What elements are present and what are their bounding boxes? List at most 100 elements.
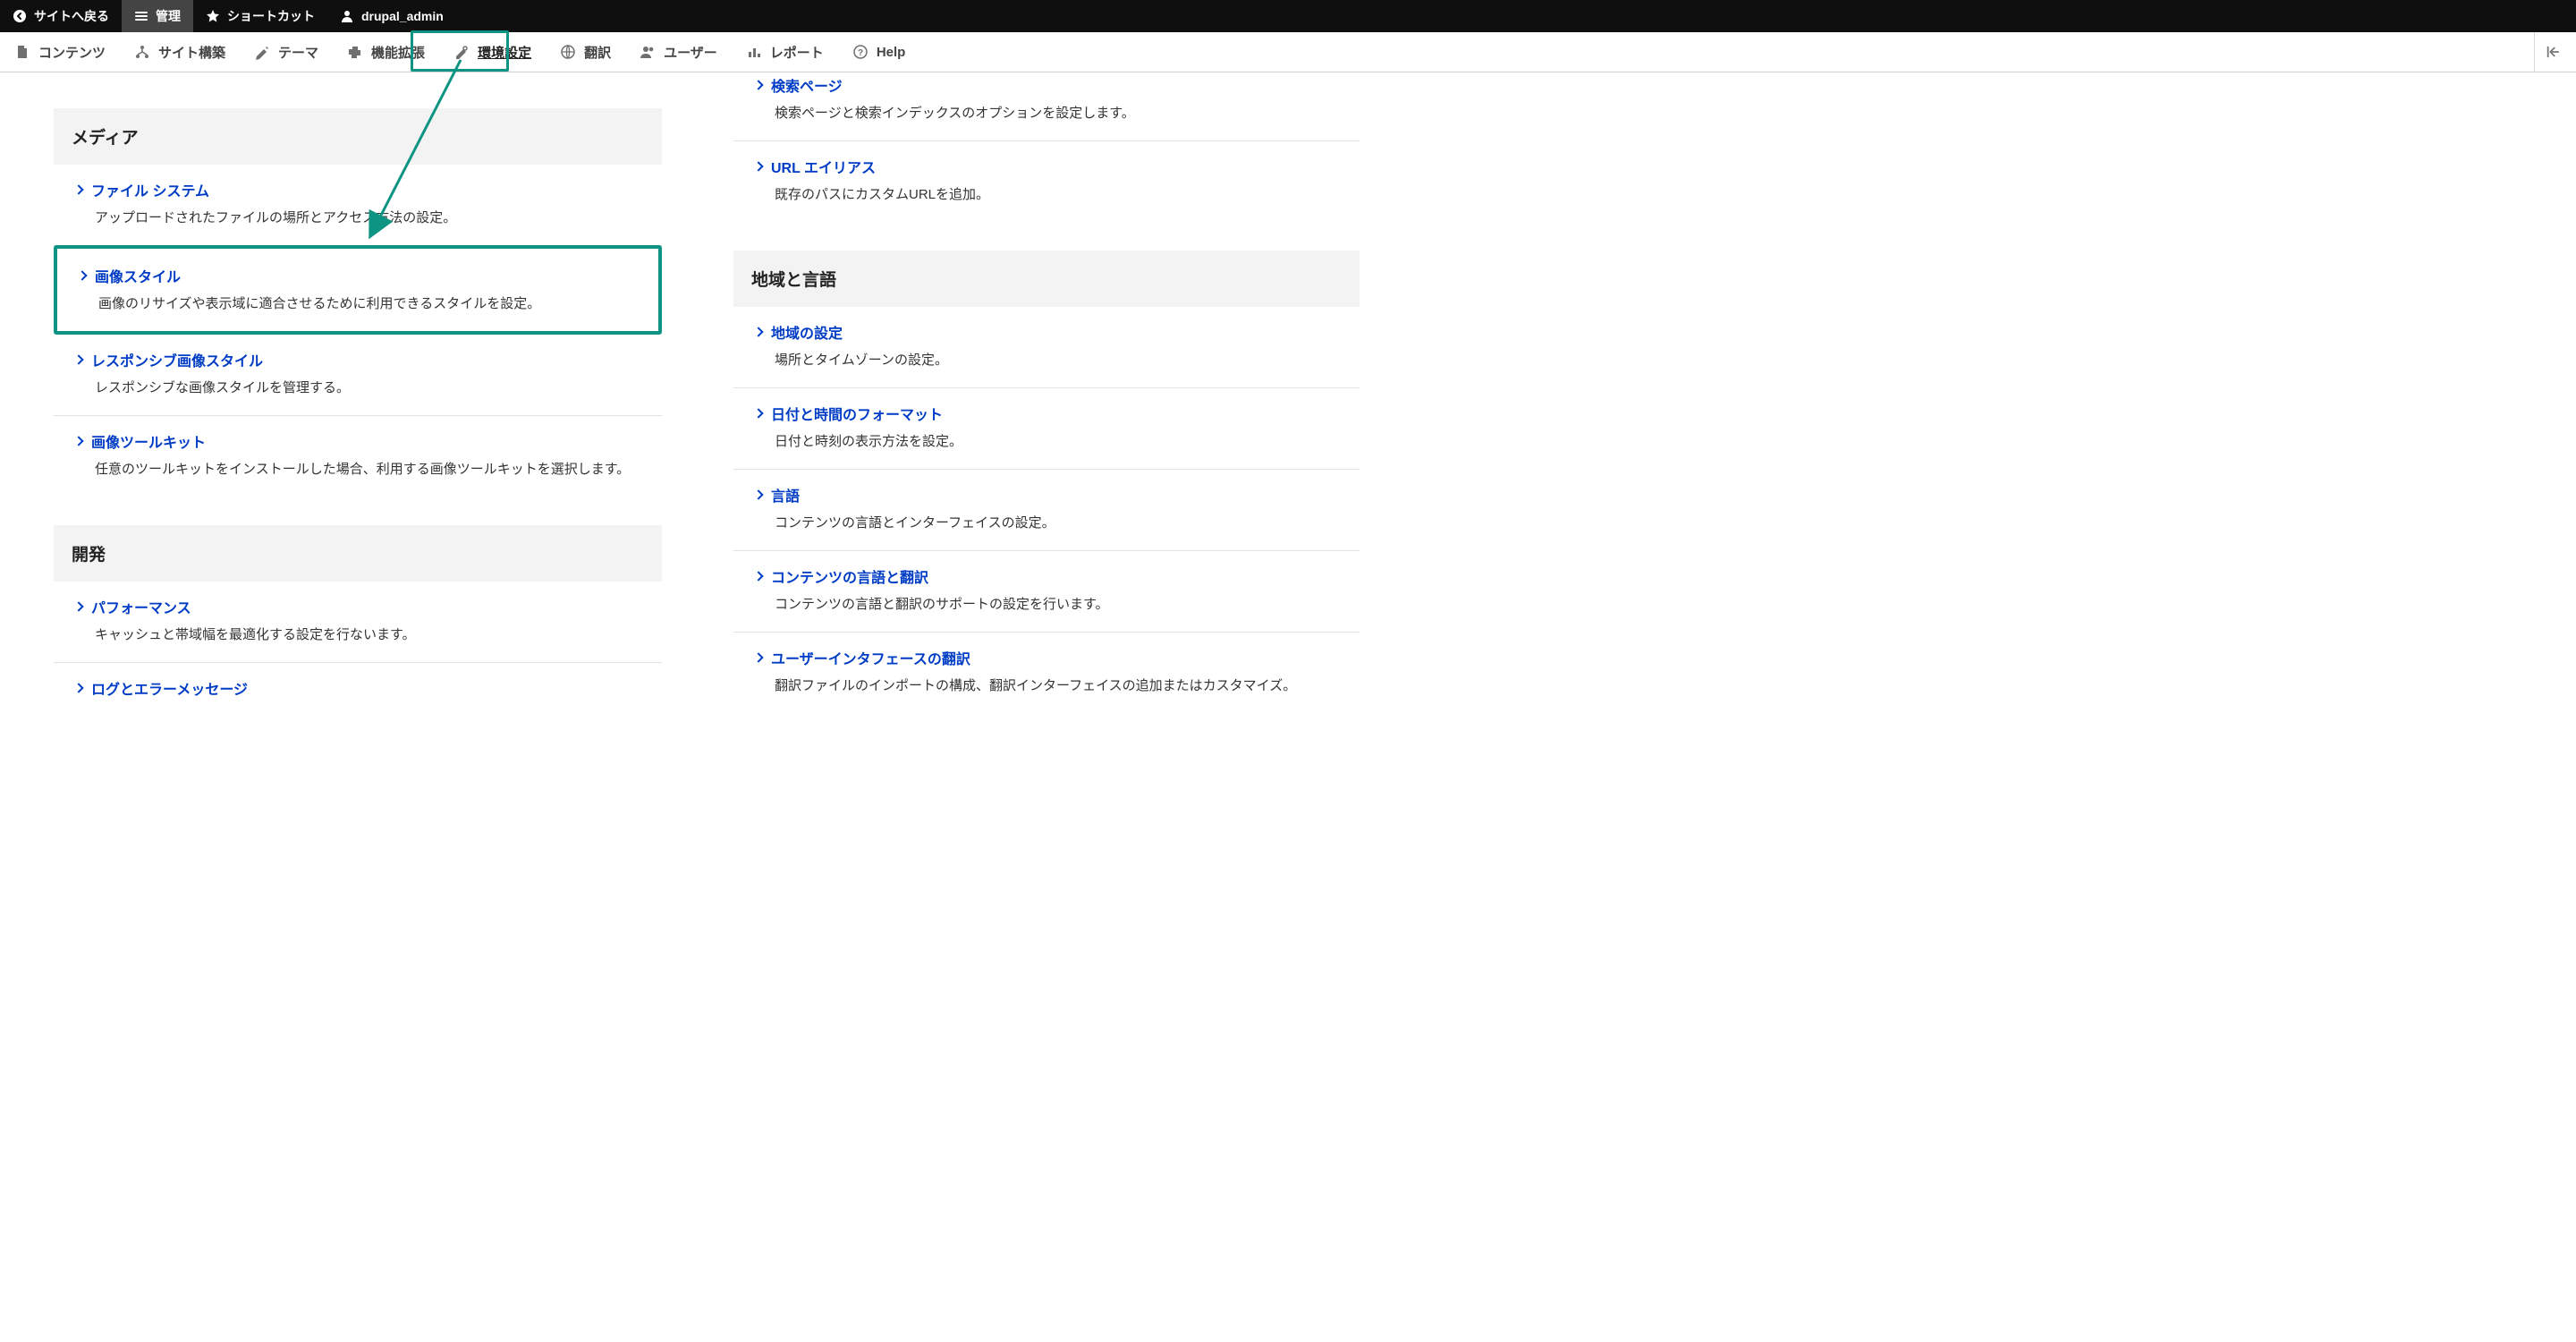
config-item-language: 言語 コンテンツの言語とインターフェイスの設定。: [733, 470, 1360, 551]
config-item-search-pages: 検索ページ 検索ページと検索インデックスのオプションを設定します。: [733, 74, 1360, 141]
admin-menu-reports[interactable]: レポート: [732, 32, 838, 72]
back-label: サイトへ戻る: [34, 7, 109, 25]
config-link-responsive-image[interactable]: レスポンシブ画像スタイル: [75, 349, 658, 370]
admin-menu-extend[interactable]: 機能拡張: [333, 32, 439, 72]
config-link-regional[interactable]: 地域の設定: [755, 321, 1356, 343]
admin-menu-label: サイト構築: [158, 43, 225, 62]
region-section-header: 地域と言語: [733, 251, 1360, 307]
svg-text:?: ?: [858, 48, 863, 58]
shortcuts-link[interactable]: ショートカット: [193, 0, 327, 32]
structure-icon: [134, 44, 150, 60]
chevron-right-icon: [753, 327, 763, 336]
config-link-ui-translation[interactable]: ユーザーインタフェースの翻訳: [755, 647, 1356, 668]
shortcuts-label: ショートカット: [227, 7, 315, 25]
manage-label: 管理: [156, 7, 181, 25]
media-section-header: メディア: [54, 108, 662, 165]
config-link-performance[interactable]: パフォーマンス: [75, 596, 658, 617]
chevron-right-icon: [753, 652, 763, 662]
config-desc: キャッシュと帯域幅を最適化する設定を行ないます。: [75, 624, 658, 646]
extend-icon: [347, 44, 363, 60]
config-link-url-alias[interactable]: URL エイリアス: [755, 156, 1356, 177]
config-item-image-styles: 画像スタイル 画像のリサイズや表示域に適合させるために利用できるスタイルを設定。: [54, 245, 662, 335]
config-item-content-language: コンテンツの言語と翻訳 コンテンツの言語と翻訳のサポートの設定を行います。: [733, 551, 1360, 633]
admin-menu-appearance[interactable]: テーマ: [240, 32, 333, 72]
admin-menu-label: レポート: [770, 43, 824, 62]
config-link-datetime[interactable]: 日付と時間のフォーマット: [755, 403, 1356, 424]
chevron-right-icon: [77, 270, 87, 280]
config-desc: コンテンツの言語と翻訳のサポートの設定を行います。: [755, 594, 1356, 616]
config-desc: 既存のパスにカスタムURLを追加。: [755, 184, 1356, 206]
appearance-icon: [254, 44, 270, 60]
orientation-toggle[interactable]: [2534, 32, 2571, 72]
config-desc: 検索ページと検索インデックスのオプションを設定します。: [755, 103, 1356, 124]
reports-icon: [746, 44, 762, 60]
chevron-right-icon: [753, 408, 763, 418]
chevron-right-icon: [73, 683, 83, 692]
admin-menu-label: 翻訳: [584, 43, 611, 62]
chevron-right-icon: [753, 571, 763, 581]
admin-menu: コンテンツ サイト構築 テーマ 機能拡張 環境設定 翻訳 ユーザー レポート ?…: [0, 32, 2576, 72]
config-item-url-alias: URL エイリアス 既存のパスにカスタムURLを追加。: [733, 141, 1360, 222]
right-column: 検索ページ 検索ページと検索インデックスのオプションを設定します。 URL エイ…: [733, 72, 1360, 713]
config-item-responsive-image: レスポンシブ画像スタイル レスポンシブな画像スタイルを管理する。: [54, 335, 662, 416]
config-item-logging: ログとエラーメッセージ: [54, 663, 662, 702]
config-desc: アップロードされたファイルの場所とアクセス方法の設定。: [75, 208, 658, 229]
config-link-content-language[interactable]: コンテンツの言語と翻訳: [755, 565, 1356, 587]
back-to-site-link[interactable]: サイトへ戻る: [0, 0, 122, 32]
config-desc: 任意のツールキットをインストールした場合、利用する画像ツールキットを選択します。: [75, 459, 658, 480]
admin-menu-people[interactable]: ユーザー: [625, 32, 732, 72]
chevron-right-icon: [753, 489, 763, 499]
admin-menu-label: 環境設定: [478, 43, 531, 62]
left-column: メディア ファイル システム アップロードされたファイルの場所とアクセス方法の設…: [54, 72, 662, 713]
chevron-right-icon: [753, 80, 763, 89]
admin-menu-content[interactable]: コンテンツ: [0, 32, 120, 72]
star-icon: [206, 9, 220, 23]
config-desc: コンテンツの言語とインターフェイスの設定。: [755, 513, 1356, 534]
chevron-right-icon: [753, 161, 763, 171]
config-item-regional: 地域の設定 場所とタイムゾーンの設定。: [733, 307, 1360, 388]
config-item-performance: パフォーマンス キャッシュと帯域幅を最適化する設定を行ないます。: [54, 582, 662, 663]
config-item-datetime: 日付と時間のフォーマット 日付と時刻の表示方法を設定。: [733, 388, 1360, 470]
hamburger-icon: [134, 9, 148, 23]
config-desc: 場所とタイムゾーンの設定。: [755, 350, 1356, 371]
admin-menu-help[interactable]: ? Help: [838, 32, 920, 72]
config-link-image-toolkit[interactable]: 画像ツールキット: [75, 430, 658, 452]
user-label: drupal_admin: [361, 9, 444, 23]
config-link-image-styles[interactable]: 画像スタイル: [79, 265, 646, 286]
admin-menu-structure[interactable]: サイト構築: [120, 32, 240, 72]
user-icon: [340, 9, 354, 23]
help-icon: ?: [852, 44, 869, 60]
back-icon: [13, 9, 27, 23]
config-desc: レスポンシブな画像スタイルを管理する。: [75, 378, 658, 399]
admin-menu-label: Help: [877, 45, 906, 60]
content-icon: [14, 44, 30, 60]
config-link-language[interactable]: 言語: [755, 484, 1356, 505]
admin-menu-config[interactable]: 環境設定: [439, 32, 546, 72]
admin-menu-translate[interactable]: 翻訳: [546, 32, 625, 72]
admin-menu-label: 機能拡張: [371, 43, 425, 62]
dev-section-header: 開発: [54, 525, 662, 582]
config-link-search-pages[interactable]: 検索ページ: [755, 74, 1356, 96]
config-link-logging[interactable]: ログとエラーメッセージ: [75, 677, 658, 699]
translate-icon: [560, 44, 576, 60]
admin-menu-label: ユーザー: [664, 43, 717, 62]
chevron-right-icon: [73, 436, 83, 446]
admin-menu-right-group: [2534, 32, 2576, 72]
admin-menu-label: テーマ: [278, 43, 318, 62]
content-wrap: メディア ファイル システム アップロードされたファイルの場所とアクセス方法の設…: [0, 72, 2576, 713]
config-item-image-toolkit: 画像ツールキット 任意のツールキットをインストールした場合、利用する画像ツールキ…: [54, 416, 662, 497]
user-link[interactable]: drupal_admin: [327, 0, 456, 32]
people-icon: [640, 44, 656, 60]
config-item-ui-translation: ユーザーインタフェースの翻訳 翻訳ファイルのインポートの構成、翻訳インターフェイ…: [733, 633, 1360, 713]
chevron-right-icon: [73, 354, 83, 364]
chevron-right-icon: [73, 184, 83, 194]
top-toolbar: サイトへ戻る 管理 ショートカット drupal_admin: [0, 0, 2576, 32]
config-link-file-system[interactable]: ファイル システム: [75, 179, 658, 200]
admin-menu-label: コンテンツ: [38, 43, 106, 62]
config-icon: [453, 44, 470, 60]
manage-toggle[interactable]: 管理: [122, 0, 193, 32]
config-desc: 画像のリサイズや表示域に適合させるために利用できるスタイルを設定。: [79, 293, 646, 315]
config-desc: 日付と時刻の表示方法を設定。: [755, 431, 1356, 453]
config-item-file-system: ファイル システム アップロードされたファイルの場所とアクセス方法の設定。: [54, 165, 662, 246]
chevron-right-icon: [73, 601, 83, 611]
